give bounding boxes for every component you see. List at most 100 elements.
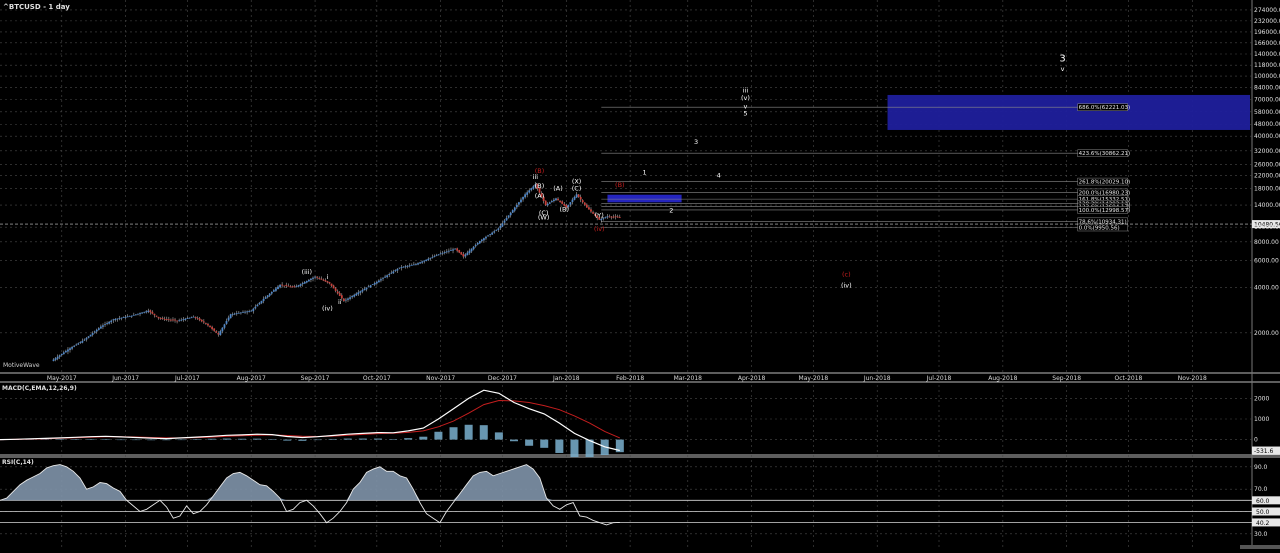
x-tick-label: Sep-2018 bbox=[1052, 375, 1081, 382]
candle bbox=[466, 252, 469, 256]
candle bbox=[365, 287, 368, 290]
candle bbox=[522, 196, 524, 200]
candle bbox=[390, 272, 393, 274]
candle bbox=[254, 306, 257, 309]
candle bbox=[575, 194, 578, 198]
candle bbox=[147, 310, 150, 312]
macd-histogram-bar bbox=[525, 439, 534, 446]
x-tick-label: Oct-2018 bbox=[1115, 375, 1143, 382]
candle bbox=[198, 318, 201, 321]
macd-histogram-bar bbox=[540, 439, 549, 448]
macd-y-tick-label: 0 bbox=[1254, 437, 1258, 444]
candle bbox=[231, 313, 234, 315]
rsi-value-label: 40.2 bbox=[1256, 520, 1270, 527]
candle bbox=[124, 316, 127, 318]
chart-canvas[interactable]: 686.0%(62221.03) 423.6%(30862.21) 261.8%(2… bbox=[0, 0, 1280, 549]
wave-label: 4 bbox=[717, 172, 721, 180]
candle bbox=[429, 257, 432, 259]
candle bbox=[301, 283, 304, 285]
candle bbox=[186, 318, 189, 319]
macd-histogram-bar bbox=[494, 432, 503, 440]
candle bbox=[289, 286, 292, 288]
x-tick-label: Jul-2018 bbox=[926, 375, 952, 382]
candle bbox=[157, 316, 160, 319]
candle bbox=[520, 199, 522, 203]
wave-label: v bbox=[1061, 65, 1065, 73]
candle bbox=[448, 250, 450, 252]
candle bbox=[546, 203, 549, 206]
macd-histogram-bar bbox=[237, 438, 246, 440]
candle bbox=[58, 355, 61, 357]
wave-label: v bbox=[744, 103, 748, 111]
candle bbox=[54, 358, 57, 360]
candle bbox=[476, 242, 479, 245]
candle bbox=[155, 315, 158, 317]
macd-histogram-bar bbox=[509, 439, 518, 442]
candle bbox=[89, 334, 92, 337]
macd-histogram-bar bbox=[147, 439, 156, 441]
candle bbox=[384, 276, 386, 278]
wave-label: 3 bbox=[694, 138, 698, 146]
candle bbox=[215, 331, 218, 333]
candle bbox=[137, 313, 139, 315]
candle bbox=[577, 194, 580, 197]
candle bbox=[353, 294, 356, 297]
candle bbox=[443, 252, 446, 253]
candle bbox=[437, 254, 440, 256]
candle bbox=[207, 323, 209, 326]
candle bbox=[128, 315, 131, 317]
candle bbox=[320, 278, 323, 280]
wave-label: 3 bbox=[1059, 53, 1065, 64]
candle bbox=[213, 328, 216, 331]
candle bbox=[349, 297, 351, 299]
rsi-y-tick-label: 90.0 bbox=[1254, 464, 1268, 471]
candle bbox=[240, 312, 242, 314]
candle bbox=[143, 311, 146, 313]
candle bbox=[303, 282, 306, 284]
candle bbox=[616, 216, 619, 218]
wave-label: 1 bbox=[642, 168, 646, 176]
candle bbox=[64, 350, 67, 353]
candle bbox=[489, 234, 491, 235]
macd-histogram-bar bbox=[101, 439, 110, 440]
y-tick-label: 6000.00 bbox=[1254, 258, 1279, 265]
rsi-title: RSI(C,14) bbox=[2, 459, 34, 466]
macd-histogram-bar bbox=[343, 438, 352, 440]
candle bbox=[149, 310, 152, 313]
macd-histogram-bar bbox=[404, 438, 413, 440]
candle bbox=[388, 274, 391, 276]
candle bbox=[194, 316, 197, 318]
candle bbox=[417, 263, 419, 265]
candle bbox=[112, 319, 115, 321]
candle bbox=[188, 317, 191, 319]
candle bbox=[71, 347, 73, 349]
candle bbox=[406, 265, 409, 267]
candle bbox=[450, 250, 452, 251]
y-tick-label: 70000.00 bbox=[1254, 96, 1280, 103]
candle bbox=[530, 188, 533, 191]
candle bbox=[501, 223, 504, 227]
candle bbox=[610, 216, 613, 218]
candle bbox=[153, 313, 156, 316]
candle bbox=[351, 296, 354, 298]
candle bbox=[355, 293, 358, 296]
candle bbox=[145, 311, 148, 313]
candle bbox=[163, 319, 166, 320]
candle bbox=[419, 262, 421, 264]
candle bbox=[581, 200, 584, 203]
candle bbox=[229, 314, 232, 319]
fib-label: 686.0%(62221.03) bbox=[1079, 105, 1131, 111]
scroll-handle[interactable] bbox=[1240, 545, 1280, 549]
candle bbox=[515, 204, 518, 208]
candle bbox=[190, 317, 193, 319]
y-tick-label: 4000.00 bbox=[1254, 284, 1279, 291]
candle bbox=[314, 276, 316, 278]
y-tick-label: 14000.00 bbox=[1254, 202, 1280, 209]
candle bbox=[618, 217, 621, 219]
y-tick-label: 118000.00 bbox=[1254, 62, 1280, 69]
candle bbox=[246, 311, 249, 313]
candle bbox=[359, 291, 362, 293]
candle bbox=[573, 196, 576, 200]
macd-histogram-bar bbox=[449, 427, 458, 440]
wave-label: (c) bbox=[842, 271, 851, 279]
